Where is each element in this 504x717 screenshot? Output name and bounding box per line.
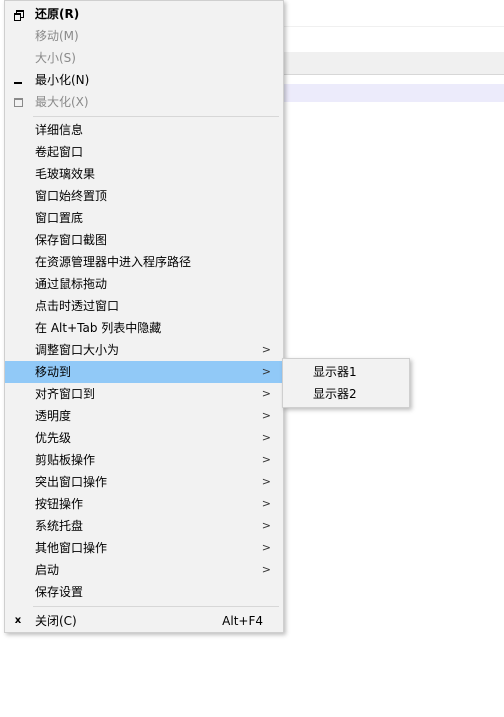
submenu-item-display-2[interactable]: 显示器2 xyxy=(283,383,409,405)
menu-item-open-program-path[interactable]: 在资源管理器中进入程序路径 xyxy=(5,251,283,273)
chevron-right-icon: > xyxy=(261,519,271,532)
menu-item-transparency[interactable]: 透明度 > xyxy=(5,405,283,427)
menu-item-move: 移动(M) xyxy=(35,29,79,43)
menu-item-minimize[interactable]: 最小化(N) xyxy=(5,69,283,91)
menu-item-priority[interactable]: 优先级 > xyxy=(5,427,283,449)
menu-item-save-screenshot[interactable]: 保存窗口截图 xyxy=(5,229,283,251)
menu-separator xyxy=(33,606,279,607)
menu-item-clipboard[interactable]: 剪贴板操作 > xyxy=(5,449,283,471)
minimize-icon xyxy=(11,69,25,91)
background-selected-row xyxy=(280,84,504,102)
chevron-right-icon: > xyxy=(261,541,271,554)
menu-item-move-to[interactable]: 移动到 > xyxy=(5,361,283,383)
menu-item-details[interactable]: 详细信息 xyxy=(5,119,283,141)
menu-item-send-to-bottom[interactable]: 窗口置底 xyxy=(5,207,283,229)
menu-item-hide-alt-tab[interactable]: 在 Alt+Tab 列表中隐藏 xyxy=(5,317,283,339)
window-context-menu: 还原(R) 移动(M) 大小(S) 最小化(N) 最大化(X) 详细信息 卷起窗… xyxy=(4,0,284,633)
menu-item-maximize: 最大化(X) xyxy=(5,91,283,113)
menu-item-other-window-actions[interactable]: 其他窗口操作 > xyxy=(5,537,283,559)
menu-item-startup[interactable]: 启动 > xyxy=(5,559,283,581)
menu-item-glass-effect[interactable]: 毛玻璃效果 xyxy=(5,163,283,185)
menu-item-button-actions[interactable]: 按钮操作 > xyxy=(5,493,283,515)
menu-item-click-through[interactable]: 点击时透过窗口 xyxy=(5,295,283,317)
chevron-right-icon: > xyxy=(261,453,271,466)
menu-item-align-to[interactable]: 对齐窗口到 > xyxy=(5,383,283,405)
menu-item-save-settings[interactable]: 保存设置 xyxy=(5,581,283,603)
menu-item-always-on-top[interactable]: 窗口始终置顶 xyxy=(5,185,283,207)
menu-item-close[interactable]: x 关闭(C) Alt+F4 xyxy=(5,610,283,632)
menu-item-resize-to[interactable]: 调整窗口大小为 > xyxy=(5,339,283,361)
menu-item-mouse-drag[interactable]: 通过鼠标拖动 xyxy=(5,273,283,295)
chevron-right-icon: > xyxy=(261,365,271,378)
close-shortcut: Alt+F4 xyxy=(222,614,263,628)
close-icon: x xyxy=(14,615,22,626)
maximize-icon xyxy=(11,91,25,113)
submenu-item-display-1[interactable]: 显示器1 xyxy=(283,361,409,383)
background-divider xyxy=(280,26,504,27)
chevron-right-icon: > xyxy=(261,475,271,488)
chevron-right-icon: > xyxy=(261,343,271,356)
menu-item-size: 大小(S) xyxy=(35,51,76,65)
chevron-right-icon: > xyxy=(261,387,271,400)
chevron-right-icon: > xyxy=(261,409,271,422)
screen: 还原(R) 移动(M) 大小(S) 最小化(N) 最大化(X) 详细信息 卷起窗… xyxy=(0,0,504,717)
chevron-right-icon: > xyxy=(261,431,271,444)
menu-item-system-tray[interactable]: 系统托盘 > xyxy=(5,515,283,537)
background-toolbar xyxy=(280,52,504,75)
chevron-right-icon: > xyxy=(261,497,271,510)
restore-icon xyxy=(11,3,25,25)
menu-item-restore[interactable]: 还原(R) xyxy=(5,3,283,25)
menu-separator xyxy=(33,116,279,117)
chevron-right-icon: > xyxy=(261,563,271,576)
menu-item-roll-up[interactable]: 卷起窗口 xyxy=(5,141,283,163)
menu-item-highlight-window[interactable]: 突出窗口操作 > xyxy=(5,471,283,493)
move-to-submenu: 显示器1 显示器2 xyxy=(282,358,410,408)
